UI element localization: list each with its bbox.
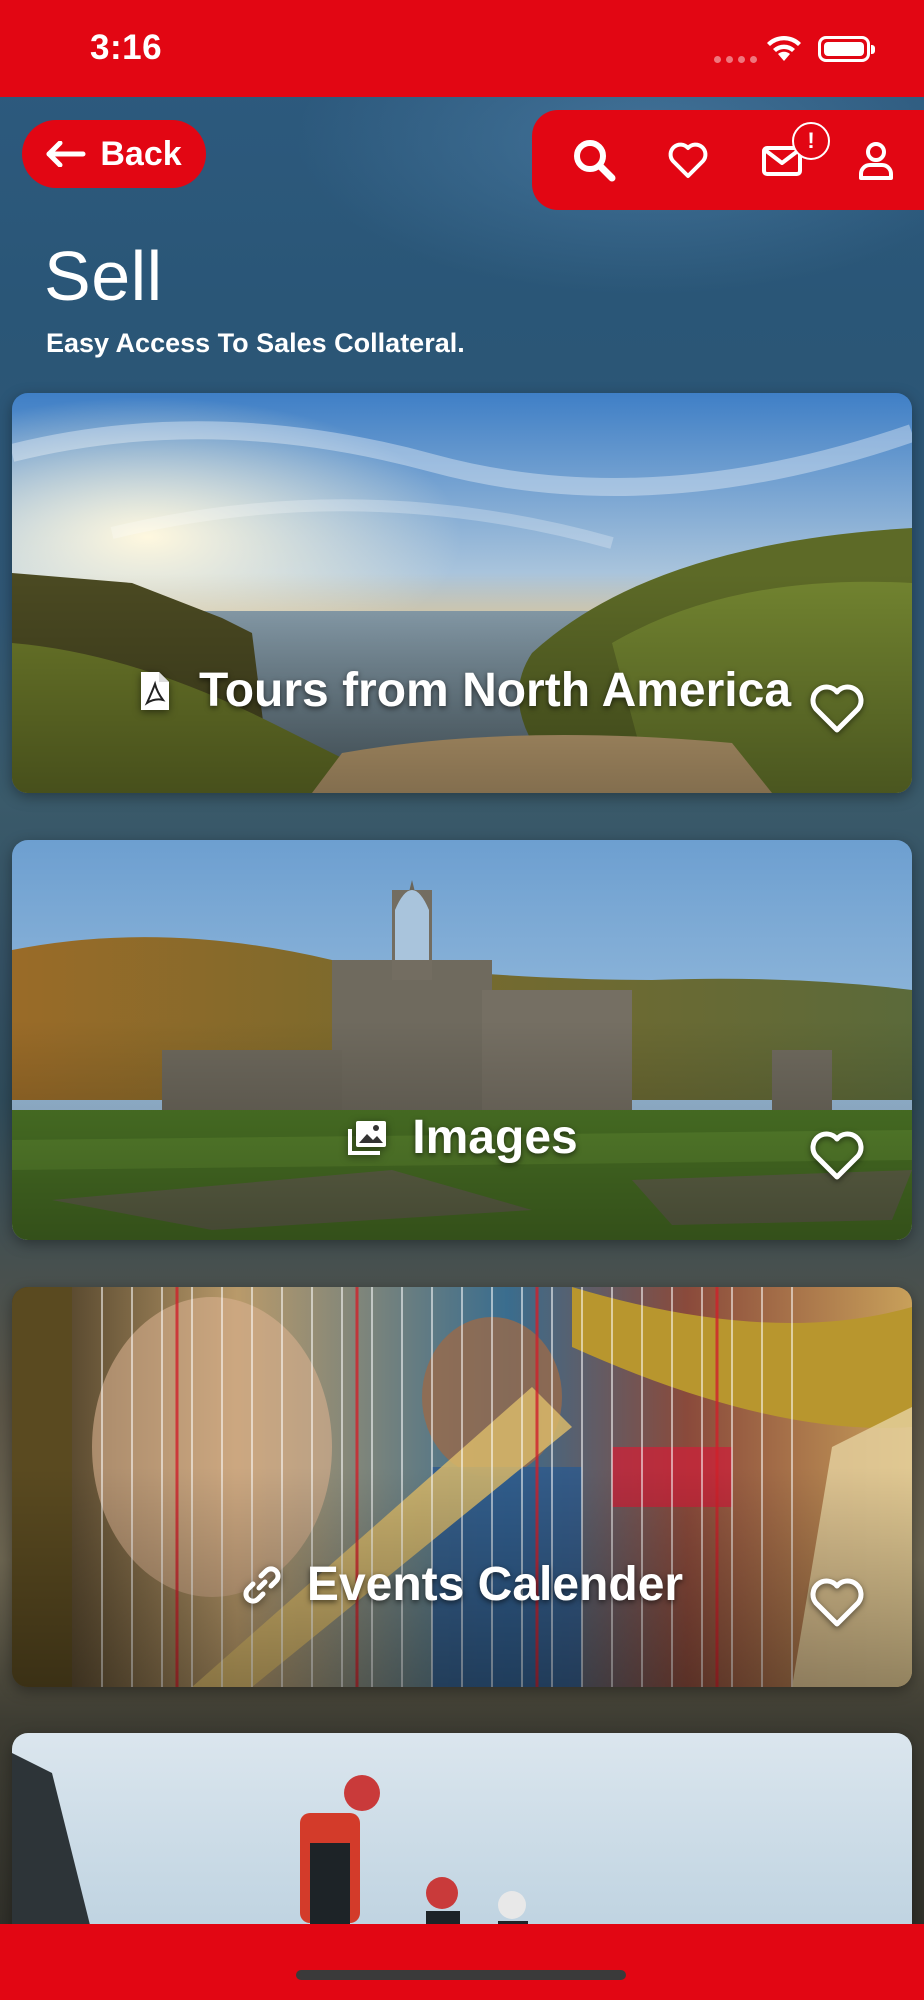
card-title: Events Calender: [306, 1558, 684, 1611]
card-title: Tours from North America: [198, 664, 792, 717]
cellular-signal-icon: [714, 56, 757, 63]
card-label-row: Tours from North America: [12, 663, 912, 718]
pdf-icon: [140, 671, 169, 710]
images-icon: [348, 1120, 387, 1155]
link-icon: [243, 1565, 281, 1604]
card-label-row: Images: [12, 1110, 912, 1165]
back-label: Back: [100, 134, 182, 173]
wifi-icon: [767, 35, 801, 61]
home-indicator[interactable]: [296, 1970, 626, 1980]
collateral-card-tours[interactable]: Tours from North America: [12, 393, 912, 793]
search-button[interactable]: [566, 132, 622, 188]
card-title: Images: [412, 1111, 578, 1164]
heart-outline-icon[interactable]: [808, 1577, 866, 1629]
bottom-bar: [0, 1924, 924, 2000]
card-label-row: Events Calender: [12, 1557, 912, 1612]
status-bar: 3:16: [0, 0, 924, 97]
notification-badge: !: [792, 122, 830, 160]
profile-button[interactable]: [848, 132, 904, 188]
page-subtitle: Easy Access To Sales Collateral.: [46, 328, 465, 358]
heart-outline-icon[interactable]: [808, 1130, 866, 1182]
top-toolbar: [532, 110, 924, 210]
collateral-card-events[interactable]: Events Calender: [12, 1287, 912, 1687]
arrow-left-icon: [46, 141, 86, 167]
heart-outline-icon[interactable]: [808, 683, 866, 735]
user-icon: [859, 142, 893, 180]
heart-icon: [668, 142, 708, 178]
status-time: 3:16: [90, 28, 163, 67]
battery-icon: [818, 36, 875, 62]
page-title: Sell: [44, 237, 163, 315]
collateral-card-images[interactable]: Images: [12, 840, 912, 1240]
search-icon: [574, 140, 616, 182]
back-button[interactable]: Back: [22, 120, 206, 188]
favorites-button[interactable]: [660, 132, 716, 188]
